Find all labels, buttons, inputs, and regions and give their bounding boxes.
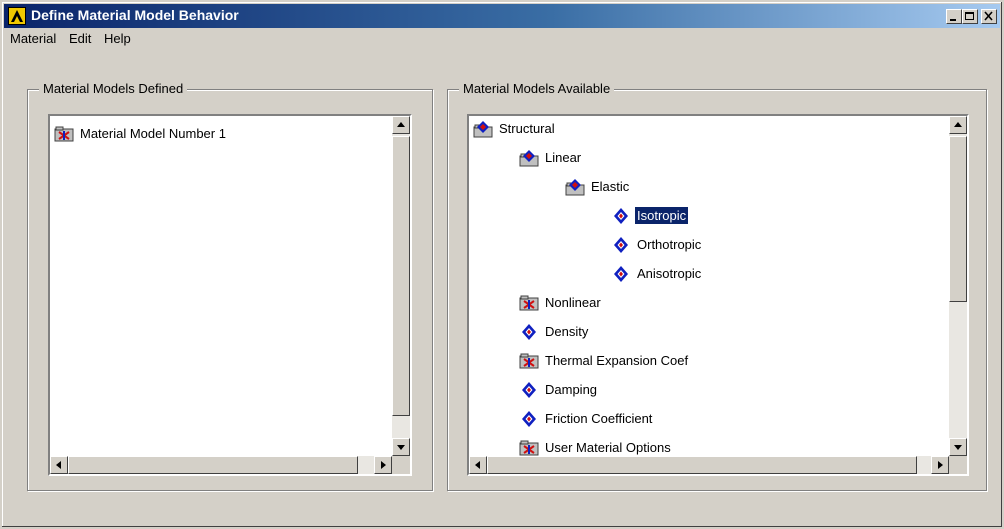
maximize-icon	[965, 12, 974, 20]
window-title: Define Material Model Behavior	[31, 7, 239, 23]
ansys-app-icon	[8, 7, 26, 25]
tree-item-label: Structural	[499, 121, 555, 136]
menu-help[interactable]: Help	[100, 30, 135, 48]
available-vertical-scrollbar[interactable]	[949, 116, 967, 456]
material-model-label: Material Model Number 1	[80, 126, 226, 141]
menu-material[interactable]: Material	[6, 30, 60, 48]
scroll-left-button[interactable]	[50, 456, 68, 474]
defined-horizontal-scrollbar[interactable]	[50, 456, 392, 474]
scroll-right-button[interactable]	[374, 456, 392, 474]
arrow-up-icon	[397, 122, 405, 127]
available-models-tree: Structural Linear Elastic Isotropic Orthotro…	[469, 116, 949, 456]
tree-item-label: Orthotropic	[637, 237, 702, 252]
tree-item-label: Linear	[545, 150, 582, 165]
tree-item-label: Friction Coefficient	[545, 411, 653, 426]
folder-stack-icon	[519, 150, 539, 167]
folder-closed-icon	[519, 295, 539, 311]
material-diamond-icon	[522, 411, 536, 427]
defined-vertical-scrollbar[interactable]	[392, 116, 410, 456]
tree-item-label: Isotropic	[633, 206, 690, 225]
arrow-up-icon	[954, 122, 962, 127]
tree-item-label: Damping	[545, 382, 598, 397]
tree-item-label: Density	[545, 324, 589, 339]
scroll-up-button[interactable]	[392, 116, 410, 134]
arrow-right-icon	[938, 461, 943, 469]
material-models-defined-group: Material Models Defined Material Model N…	[27, 81, 433, 491]
scroll-right-button[interactable]	[931, 456, 949, 474]
arrow-right-icon	[381, 461, 386, 469]
scroll-down-button[interactable]	[392, 438, 410, 456]
title-bar[interactable]: Define Material Model Behavior	[4, 4, 1000, 28]
close-button[interactable]	[981, 9, 997, 24]
available-models-tree-box[interactable]: Structural Linear Elastic Isotropic Orthotro…	[467, 114, 969, 476]
material-models-available-label: Material Models Available	[459, 81, 615, 97]
tree-item-label: Elastic	[591, 179, 630, 194]
scroll-corner	[392, 456, 410, 474]
define-material-model-window: Define Material Model Behavior Material …	[0, 0, 1004, 529]
arrow-down-icon	[954, 445, 962, 450]
tree-item-label: Thermal Expansion Coef	[545, 353, 689, 368]
tree-item-label: Nonlinear	[545, 295, 601, 310]
close-icon	[984, 11, 993, 21]
material-diamond-icon	[522, 324, 536, 340]
arrow-down-icon	[397, 445, 405, 450]
defined-models-tree: Material Model Number 1	[50, 116, 392, 456]
minimize-button[interactable]	[946, 9, 962, 24]
scroll-left-button[interactable]	[469, 456, 487, 474]
folder-closed-icon	[519, 353, 539, 369]
scroll-thumb[interactable]	[68, 456, 358, 474]
scroll-corner	[949, 456, 967, 474]
material-diamond-icon	[614, 266, 628, 282]
material-diamond-icon	[614, 208, 628, 224]
material-diamond-icon	[522, 382, 536, 398]
folder-stack-icon	[473, 121, 493, 138]
available-horizontal-scrollbar[interactable]	[469, 456, 949, 474]
arrow-left-icon	[475, 461, 480, 469]
scroll-thumb[interactable]	[487, 456, 917, 474]
material-diamond-icon	[614, 237, 628, 253]
folder-stack-icon	[565, 179, 585, 196]
material-models-available-group: Material Models Available Structural Line…	[447, 81, 987, 491]
folder-closed-icon	[519, 440, 539, 456]
tree-item-label: Anisotropic	[637, 266, 702, 281]
arrow-left-icon	[56, 461, 61, 469]
menu-bar: Material Edit Help	[4, 28, 1000, 50]
scroll-down-button[interactable]	[949, 438, 967, 456]
scroll-thumb[interactable]	[949, 136, 967, 302]
scroll-thumb[interactable]	[392, 136, 410, 416]
defined-models-list[interactable]: Material Model Number 1	[48, 114, 412, 476]
tree-item-label: User Material Options	[545, 440, 671, 455]
material-models-defined-label: Material Models Defined	[39, 81, 188, 97]
maximize-button[interactable]	[962, 9, 978, 24]
scroll-up-button[interactable]	[949, 116, 967, 134]
minimize-icon	[950, 19, 956, 21]
folder-closed-icon	[54, 126, 74, 142]
menu-edit[interactable]: Edit	[65, 30, 95, 48]
